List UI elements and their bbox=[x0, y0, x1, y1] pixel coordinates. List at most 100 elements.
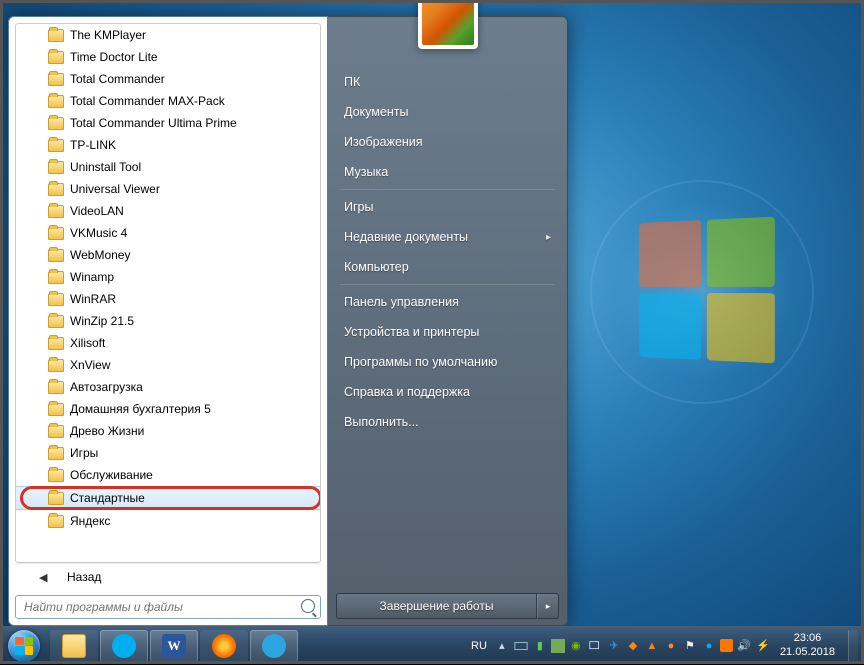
taskbar-app-firefox[interactable] bbox=[200, 630, 248, 662]
start-button[interactable] bbox=[4, 627, 44, 665]
program-folder-item[interactable]: Time Doctor Lite bbox=[16, 46, 320, 68]
taskbar-app-word[interactable]: W bbox=[150, 630, 198, 662]
program-folder-item[interactable]: Total Commander Ultima Prime bbox=[16, 112, 320, 134]
separator bbox=[340, 284, 555, 285]
tray-network-icon[interactable] bbox=[587, 638, 603, 654]
firefox-icon bbox=[212, 634, 236, 658]
tray-show-hidden-icon[interactable]: ▴ bbox=[494, 638, 510, 654]
program-folder-label: TP-LINK bbox=[70, 138, 116, 152]
back-button[interactable]: Назад bbox=[15, 563, 321, 589]
right-item-computer[interactable]: Компьютер bbox=[330, 252, 565, 282]
program-folder-label: XnView bbox=[70, 358, 110, 372]
program-folder-item[interactable]: WinRAR bbox=[16, 288, 320, 310]
program-folder-item[interactable]: XnView bbox=[16, 354, 320, 376]
shutdown-button[interactable]: Завершение работы bbox=[336, 593, 537, 619]
language-indicator[interactable]: RU bbox=[467, 640, 491, 652]
program-folder-item[interactable]: Winamp bbox=[16, 266, 320, 288]
separator bbox=[340, 189, 555, 190]
program-folder-label: WinRAR bbox=[70, 292, 116, 306]
program-folder-item[interactable]: Обслуживание bbox=[16, 464, 320, 486]
right-item-games[interactable]: Игры bbox=[330, 192, 565, 222]
windows-logo-wallpaper bbox=[639, 217, 775, 364]
right-item-music[interactable]: Музыка bbox=[330, 157, 565, 187]
tray-telegram-icon[interactable]: ✈ bbox=[606, 638, 622, 654]
right-item-user[interactable]: ПК bbox=[330, 67, 565, 97]
tray-speaker-icon[interactable]: 🔊 bbox=[736, 638, 752, 654]
program-folder-item[interactable]: WinZip 21.5 bbox=[16, 310, 320, 332]
folder-icon bbox=[48, 515, 64, 528]
folder-icon bbox=[48, 249, 64, 262]
tray-app3-icon[interactable] bbox=[720, 639, 733, 652]
all-programs-list[interactable]: The KMPlayer Time Doctor Lite Total Comman… bbox=[15, 23, 321, 563]
taskbar-clock[interactable]: 23:06 21.05.2018 bbox=[774, 632, 841, 658]
program-folder-item[interactable]: Домашняя бухгалтерия 5 bbox=[16, 398, 320, 420]
program-folder-label: Winamp bbox=[70, 270, 114, 284]
program-folder-item[interactable]: Яндекс bbox=[16, 510, 320, 532]
program-folder-item[interactable]: Total Commander MAX-Pack bbox=[16, 90, 320, 112]
program-folder-label: Total Commander MAX-Pack bbox=[70, 94, 225, 108]
program-folder-item[interactable]: TP-LINK bbox=[16, 134, 320, 156]
program-folder-item[interactable]: Стандартные bbox=[16, 486, 320, 510]
program-folder-item[interactable]: VKMusic 4 bbox=[16, 222, 320, 244]
tray-app2-icon[interactable]: ● bbox=[663, 638, 679, 654]
clock-date: 21.05.2018 bbox=[780, 646, 835, 659]
shutdown-group: Завершение работы ▸ bbox=[336, 593, 559, 619]
program-folder-label: Яндекс bbox=[70, 514, 110, 528]
right-item-recent[interactable]: Недавние документы bbox=[330, 222, 565, 252]
tray-skype-icon[interactable]: ● bbox=[701, 638, 717, 654]
taskbar-app-explorer[interactable] bbox=[50, 630, 98, 662]
tray-media-icon[interactable] bbox=[551, 639, 565, 653]
telegram-icon bbox=[262, 634, 286, 658]
windows-orb-icon bbox=[8, 630, 40, 662]
program-folder-item[interactable]: Игры bbox=[16, 442, 320, 464]
right-item-devices[interactable]: Устройства и принтеры bbox=[330, 317, 565, 347]
program-folder-label: WebMoney bbox=[70, 248, 130, 262]
program-folder-label: Uninstall Tool bbox=[70, 160, 141, 174]
program-folder-item[interactable]: Xilisoft bbox=[16, 332, 320, 354]
program-folder-item[interactable]: Total Commander bbox=[16, 68, 320, 90]
program-folder-item[interactable]: Древо Жизни bbox=[16, 420, 320, 442]
tray-keyboard-icon[interactable] bbox=[513, 638, 529, 654]
right-item-pictures[interactable]: Изображения bbox=[330, 127, 565, 157]
search-input[interactable] bbox=[15, 595, 321, 619]
taskbar-pinned-apps: W bbox=[50, 630, 298, 662]
folder-icon bbox=[48, 293, 64, 306]
program-folder-item[interactable]: Uninstall Tool bbox=[16, 156, 320, 178]
shutdown-options-arrow[interactable]: ▸ bbox=[537, 593, 559, 619]
right-item-help[interactable]: Справка и поддержка bbox=[330, 377, 565, 407]
show-desktop-button[interactable] bbox=[848, 630, 858, 662]
program-folder-label: Universal Viewer bbox=[70, 182, 160, 196]
right-item-control-panel[interactable]: Панель управления bbox=[330, 287, 565, 317]
program-folder-label: Time Doctor Lite bbox=[70, 50, 158, 64]
program-folder-item[interactable]: Автозагрузка bbox=[16, 376, 320, 398]
program-folder-label: VideoLAN bbox=[70, 204, 124, 218]
tray-power-icon[interactable]: ⚡ bbox=[755, 638, 771, 654]
tray-equalizer-icon[interactable]: ▮ bbox=[532, 638, 548, 654]
right-item-documents[interactable]: Документы bbox=[330, 97, 565, 127]
clock-time: 23:06 bbox=[780, 632, 835, 645]
program-folder-label: Xilisoft bbox=[70, 336, 105, 350]
taskbar-app-skype[interactable] bbox=[100, 630, 148, 662]
folder-icon bbox=[48, 161, 64, 174]
taskbar-app-telegram[interactable] bbox=[250, 630, 298, 662]
tray-action-icon[interactable]: ◆ bbox=[625, 638, 641, 654]
user-picture-frame[interactable] bbox=[418, 0, 478, 49]
right-item-defaults[interactable]: Программы по умолчанию bbox=[330, 347, 565, 377]
tray-flag-icon[interactable]: ⚑ bbox=[682, 638, 698, 654]
program-folder-label: VKMusic 4 bbox=[70, 226, 127, 240]
program-folder-item[interactable]: Universal Viewer bbox=[16, 178, 320, 200]
tray-app1-icon[interactable]: ▲ bbox=[644, 638, 660, 654]
program-folder-label: WinZip 21.5 bbox=[70, 314, 134, 328]
right-item-run[interactable]: Выполнить... bbox=[330, 407, 565, 437]
program-folder-item[interactable]: VideoLAN bbox=[16, 200, 320, 222]
program-folder-label: Total Commander Ultima Prime bbox=[70, 116, 237, 130]
folder-icon bbox=[48, 492, 64, 505]
folder-icon bbox=[48, 469, 64, 482]
start-menu-left-pane: The KMPlayer Time Doctor Lite Total Comman… bbox=[8, 16, 328, 626]
program-folder-item[interactable]: WebMoney bbox=[16, 244, 320, 266]
tray-nvidia-icon[interactable]: ◉ bbox=[568, 638, 584, 654]
folder-icon bbox=[48, 205, 64, 218]
folder-icon bbox=[48, 403, 64, 416]
program-folder-item[interactable]: The KMPlayer bbox=[16, 24, 320, 46]
folder-icon bbox=[48, 425, 64, 438]
